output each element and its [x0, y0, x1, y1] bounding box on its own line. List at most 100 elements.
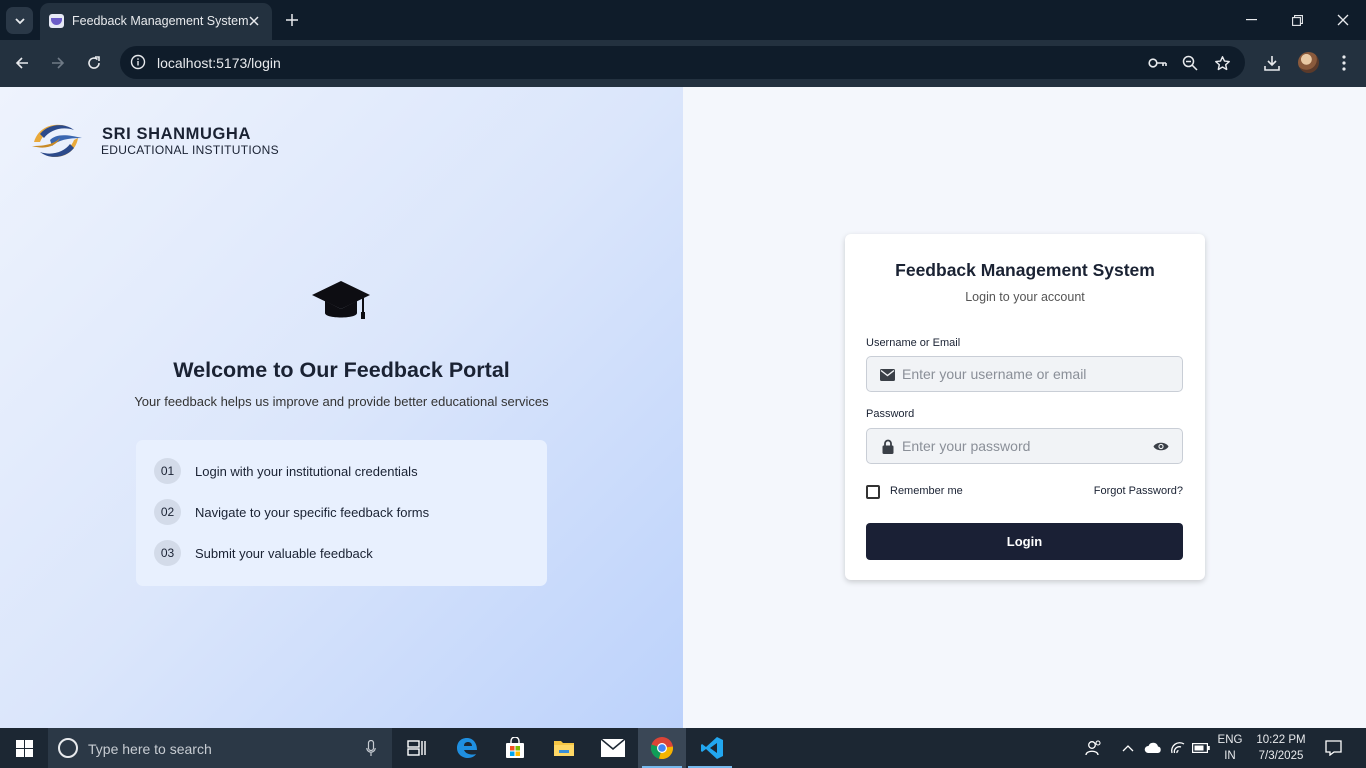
battery-icon	[1192, 743, 1210, 753]
onedrive-button[interactable]	[1142, 728, 1164, 768]
task-view-icon	[406, 740, 426, 756]
tab-close-button[interactable]	[245, 12, 263, 30]
store-app[interactable]	[491, 728, 539, 768]
chevron-down-icon	[14, 17, 25, 24]
network-button[interactable]	[1168, 728, 1188, 768]
vscode-app[interactable]	[688, 728, 736, 768]
browser-tab[interactable]: Feedback Management System	[40, 3, 272, 40]
start-button[interactable]	[0, 728, 48, 768]
step-number: 02	[154, 499, 181, 525]
edge-icon	[457, 738, 477, 758]
favicon-icon	[49, 14, 64, 28]
key-icon	[1148, 58, 1167, 68]
address-bar[interactable]: localhost:5173/login	[120, 46, 1245, 79]
windows-icon	[15, 739, 33, 757]
browser-menu-button[interactable]	[1332, 51, 1356, 75]
password-input[interactable]	[902, 429, 1152, 463]
language-indicator[interactable]: ENG IN	[1213, 728, 1247, 768]
new-tab-button[interactable]	[281, 9, 303, 31]
card-subtitle: Login to your account	[965, 290, 1085, 304]
people-icon	[1085, 740, 1101, 756]
clock-time: 10:22 PM	[1256, 734, 1306, 746]
reload-icon	[88, 56, 100, 69]
clock[interactable]: 10:22 PM 7/3/2025	[1250, 728, 1312, 768]
card-title: Feedback Management System	[895, 260, 1155, 280]
microphone-icon[interactable]	[364, 738, 378, 758]
minimize-button[interactable]	[1228, 0, 1274, 40]
url-text: localhost:5173/login	[157, 55, 281, 71]
eye-icon[interactable]	[1152, 438, 1170, 455]
task-view-button[interactable]	[392, 728, 440, 768]
profile-avatar[interactable]	[1298, 52, 1319, 73]
taskbar-search[interactable]: Type here to search	[48, 728, 392, 768]
battery-button[interactable]	[1190, 728, 1212, 768]
edge-app[interactable]	[443, 728, 491, 768]
people-button[interactable]	[1082, 728, 1106, 768]
arrow-left-icon	[15, 57, 28, 69]
region-text: IN	[1224, 750, 1236, 762]
forgot-password-link[interactable]: Forgot Password?	[1094, 485, 1183, 497]
close-icon	[249, 16, 259, 26]
username-input[interactable]	[902, 357, 1152, 391]
restore-button[interactable]	[1274, 0, 1320, 40]
step-text: Navigate to your specific feedback forms	[195, 505, 430, 520]
institution-logo-icon	[32, 124, 82, 158]
reload-button[interactable]	[81, 50, 107, 76]
back-button[interactable]	[9, 50, 35, 76]
window-close-button[interactable]	[1320, 0, 1366, 40]
vscode-icon	[701, 737, 723, 759]
chrome-icon	[650, 737, 674, 760]
show-hidden-icons-button[interactable]	[1118, 728, 1138, 768]
star-icon	[1214, 55, 1230, 70]
plus-icon	[286, 14, 298, 26]
remember-checkbox[interactable]	[866, 485, 880, 499]
notification-icon	[1324, 740, 1342, 756]
close-icon	[1337, 14, 1349, 26]
welcome-panel: SRI SHANMUGHA EDUCATIONAL INSTITUTIONS W…	[0, 87, 683, 728]
bookmark-button[interactable]	[1211, 52, 1233, 74]
browser-toolbar: localhost:5173/login	[0, 40, 1366, 87]
chrome-app[interactable]	[638, 728, 686, 768]
remember-label[interactable]: Remember me	[890, 485, 963, 497]
lock-icon	[879, 438, 896, 455]
tab-search-button[interactable]	[6, 7, 33, 34]
download-icon	[1264, 56, 1280, 71]
welcome-title: Welcome to Our Feedback Portal	[173, 358, 510, 382]
taskbar-search-placeholder: Type here to search	[88, 741, 212, 757]
password-key-button[interactable]	[1147, 52, 1169, 74]
minimize-icon	[1245, 19, 1257, 21]
step-text: Login with your institutional credential…	[195, 464, 418, 479]
more-vertical-icon	[1342, 55, 1346, 71]
tab-title: Feedback Management System	[72, 14, 249, 28]
welcome-subtitle: Your feedback helps us improve and provi…	[134, 394, 549, 409]
username-field[interactable]	[866, 356, 1183, 392]
downloads-button[interactable]	[1260, 51, 1284, 75]
mail-app[interactable]	[589, 728, 637, 768]
restore-icon	[1291, 14, 1303, 26]
step-number: 03	[154, 540, 181, 566]
password-label: Password	[866, 408, 915, 420]
login-button[interactable]: Login	[866, 523, 1183, 560]
institution-subtitle: EDUCATIONAL INSTITUTIONS	[101, 143, 279, 157]
step-text: Submit your valuable feedback	[195, 546, 373, 561]
step-number: 01	[154, 458, 181, 484]
wifi-icon	[1171, 742, 1185, 754]
zoom-button[interactable]	[1179, 52, 1201, 74]
zoom-out-icon	[1182, 55, 1198, 71]
mail-icon	[879, 366, 896, 383]
login-card: Feedback Management System Login to your…	[845, 234, 1205, 580]
notifications-button[interactable]	[1318, 728, 1348, 768]
steps-box: 01 Login with your institutional credent…	[136, 440, 547, 586]
language-text: ENG	[1217, 734, 1243, 746]
clock-date: 7/3/2025	[1258, 750, 1304, 762]
site-info-button[interactable]	[128, 52, 148, 72]
mail-app-icon	[601, 739, 625, 757]
taskbar: Type here to search ENG IN 10:22 PM 7/3/…	[0, 728, 1366, 768]
username-label: Username or Email	[866, 337, 961, 349]
arrow-right-icon	[52, 57, 65, 69]
cloud-icon	[1144, 742, 1161, 753]
forward-button[interactable]	[45, 50, 71, 76]
password-field[interactable]	[866, 428, 1183, 464]
info-icon	[130, 54, 146, 70]
file-explorer-app[interactable]	[540, 728, 588, 768]
